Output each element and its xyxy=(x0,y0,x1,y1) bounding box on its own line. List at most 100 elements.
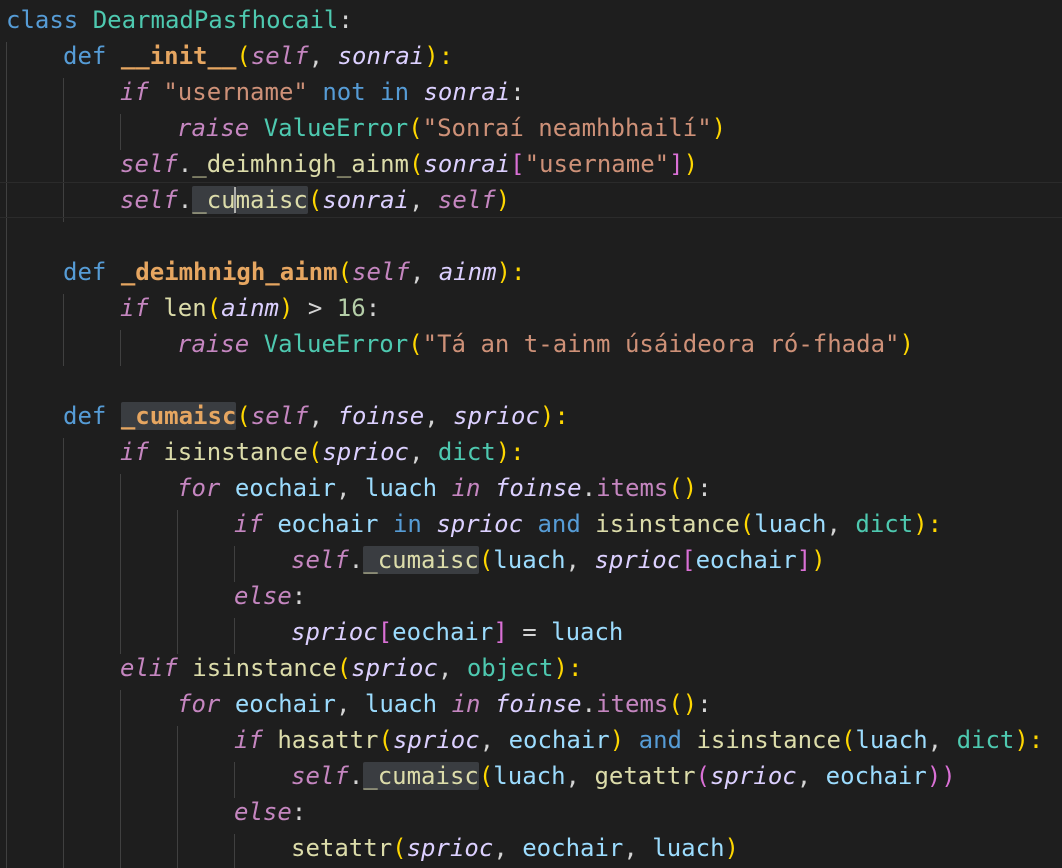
comma: , xyxy=(479,726,509,754)
paren: ( xyxy=(392,834,407,862)
keyword-else: else xyxy=(234,798,292,826)
variable: luach xyxy=(493,546,566,574)
variable: eochair xyxy=(825,762,927,790)
builtin-type: dict xyxy=(855,510,914,538)
builtin-call: isinstance xyxy=(192,654,337,682)
method-call-highlight: _cumaisc xyxy=(363,546,479,574)
keyword-def: def xyxy=(63,258,107,286)
paren: ( xyxy=(206,294,222,322)
paren: ( xyxy=(695,762,711,790)
comma: , xyxy=(437,654,467,682)
variable: eochair xyxy=(522,834,624,862)
code-line[interactable]: if hasattr(sprioc, eochair) and isinstan… xyxy=(0,722,1062,758)
keyword-elif: elif xyxy=(120,654,178,682)
code-line[interactable]: else: xyxy=(0,794,1062,830)
comma: , xyxy=(409,258,439,286)
variable: eochair xyxy=(695,546,797,574)
text-caret xyxy=(234,187,236,213)
code-line[interactable]: raise ValueError("Tá an t-ainm úsáideora… xyxy=(0,326,1062,362)
string: "username" xyxy=(524,150,670,178)
builtin-call: isinstance xyxy=(163,438,308,466)
param: ainm xyxy=(438,258,497,286)
self-ref: self xyxy=(291,762,349,790)
keyword-class: class xyxy=(6,6,79,34)
code-line[interactable]: class DearmadPasfhocail: xyxy=(0,2,1062,38)
code-line[interactable]: if isinstance(sprioc, dict): xyxy=(0,434,1062,470)
variable: luach xyxy=(855,726,928,754)
variable: sprioc xyxy=(710,762,797,790)
number: 16 xyxy=(336,294,366,322)
code-line[interactable]: for eochair, luach in foinse.items(): xyxy=(0,686,1062,722)
string: "Tá an t-ainm úsáideora ró-fhada" xyxy=(422,330,900,358)
keyword-in: in xyxy=(392,510,422,538)
comma: , xyxy=(335,474,365,502)
code-line[interactable]: self._cumaisc(luach, sprioc[eochair]) xyxy=(0,542,1062,578)
code-line[interactable]: for eochair, luach in foinse.items(): xyxy=(0,470,1062,506)
bracket: [ xyxy=(377,618,393,646)
colon: : xyxy=(510,78,525,106)
code-line[interactable]: self._deimhnigh_ainm(sonrai["username"]) xyxy=(0,146,1062,182)
code-line[interactable]: elif isinstance(sprioc, object): xyxy=(0,650,1062,686)
code-line[interactable]: self._cumaisc(luach, getattr(sprioc, eoc… xyxy=(0,758,1062,794)
paren-close: ) xyxy=(683,150,699,178)
code-line[interactable]: def __init__(self, sonrai): xyxy=(0,38,1062,74)
code-line[interactable]: if len(ainm) > 16: xyxy=(0,290,1062,326)
builtin-type: object xyxy=(466,654,554,682)
variable: sprioc xyxy=(436,510,524,538)
method-call: items xyxy=(596,690,669,718)
comma: , xyxy=(493,834,523,862)
code-editor[interactable]: class DearmadPasfhocail: def __init__(se… xyxy=(0,0,1062,868)
operator: = xyxy=(507,618,552,646)
bracket-close: ] xyxy=(493,618,508,646)
dot: . xyxy=(348,546,364,574)
paren: ( xyxy=(307,438,323,466)
code-line[interactable]: def _cumaisc(self, foinse, sprioc): xyxy=(0,398,1062,434)
self-ref: self xyxy=(437,186,496,214)
comma: , xyxy=(308,42,338,70)
param: foinse xyxy=(337,402,425,430)
variable: eochair xyxy=(277,510,379,538)
dot: . xyxy=(581,474,597,502)
paren: ( xyxy=(307,186,323,214)
paren: ( xyxy=(478,546,494,574)
paren: () xyxy=(668,690,698,718)
exception-class: ValueError xyxy=(263,330,409,358)
code-line[interactable]: else: xyxy=(0,578,1062,614)
colon: : xyxy=(697,474,712,502)
comma: , xyxy=(565,546,595,574)
keyword-and: and xyxy=(537,510,581,538)
code-line[interactable]: if eochair in sprioc and isinstance(luac… xyxy=(0,506,1062,542)
paren: () xyxy=(668,474,698,502)
code-line[interactable]: def _deimhnigh_ainm(self, ainm): xyxy=(0,254,1062,290)
paren-close: ) xyxy=(495,186,511,214)
code-line[interactable]: raise ValueError("Sonraí neamhbhailí") xyxy=(0,110,1062,146)
keyword-if: if xyxy=(120,438,149,466)
builtin-type: dict xyxy=(437,438,496,466)
code-line[interactable]: setattr(sprioc, eochair, luach) xyxy=(0,830,1062,866)
string: "Sonraí neamhbhailí" xyxy=(422,114,712,142)
code-line[interactable]: if "username" not in sonrai: xyxy=(0,74,1062,110)
dot: . xyxy=(177,150,193,178)
keyword-def: def xyxy=(63,402,107,430)
variable: eochair xyxy=(508,726,610,754)
variable: sprioc xyxy=(406,834,494,862)
code-line-current[interactable]: self._cumaisc(sonrai, self) xyxy=(0,182,1062,218)
code-line[interactable]: sprioc[eochair] = luach xyxy=(0,614,1062,650)
paren: ( xyxy=(408,114,423,142)
param: sprioc xyxy=(453,402,540,430)
paren-close: ): xyxy=(913,510,943,538)
paren: ( xyxy=(478,762,494,790)
comma: , xyxy=(826,510,856,538)
